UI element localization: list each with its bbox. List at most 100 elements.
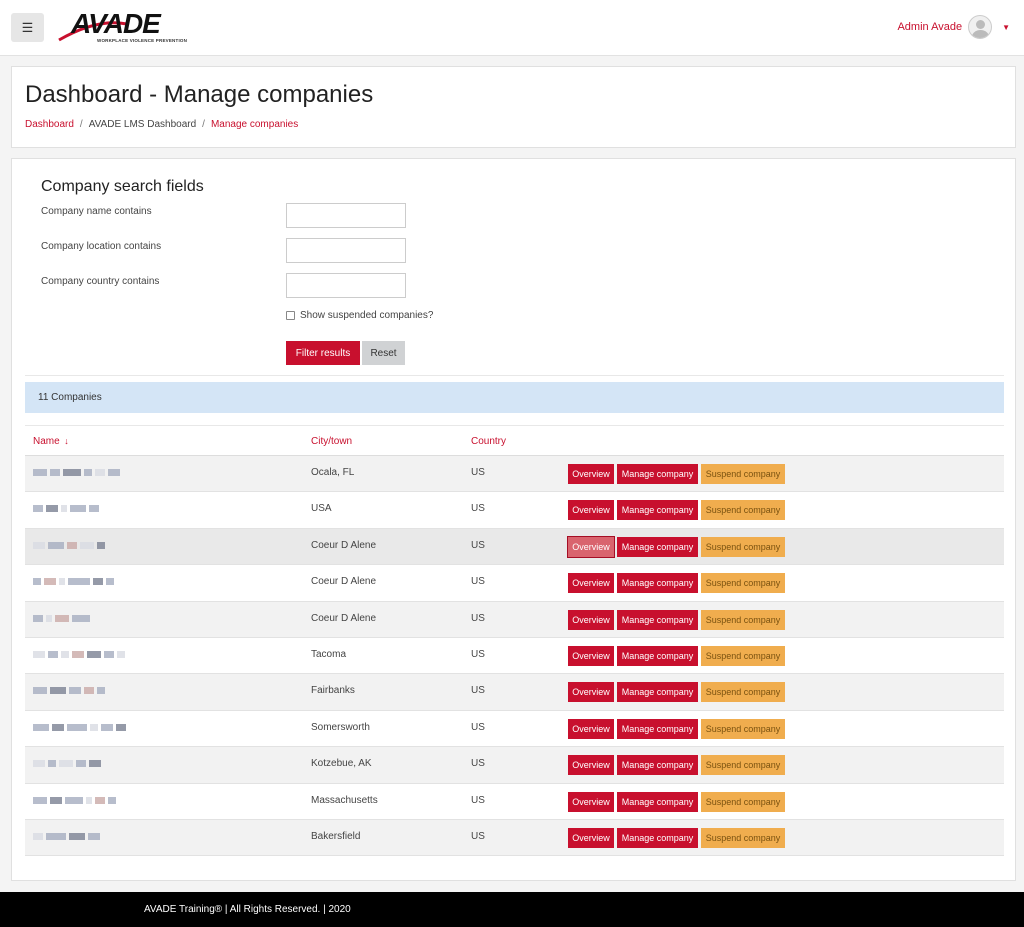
breadcrumb-lms-dashboard: AVADE LMS Dashboard — [88, 119, 197, 130]
breadcrumb-dashboard[interactable]: Dashboard — [25, 119, 74, 130]
manage-company-button[interactable]: Manage company — [617, 536, 698, 557]
row-actions: Overview Manage company Suspend company — [568, 682, 785, 703]
company-name-redacted[interactable] — [33, 469, 163, 477]
suspend-company-button[interactable]: Suspend company — [701, 718, 785, 739]
overview-button[interactable]: Overview — [568, 755, 614, 776]
company-location-label: Company location contains — [41, 241, 162, 252]
company-location-input[interactable] — [286, 238, 406, 263]
redacted-block — [89, 505, 99, 513]
company-name-redacted[interactable] — [33, 796, 163, 805]
redacted-block — [46, 614, 52, 622]
company-name-redacted[interactable] — [33, 505, 163, 513]
overview-button[interactable]: Overview — [567, 535, 615, 558]
company-city: Massachusetts — [311, 794, 378, 806]
company-city: Bakersfield — [311, 830, 361, 842]
redacted-block — [33, 687, 47, 695]
company-name-redacted[interactable] — [33, 614, 163, 623]
redacted-block — [90, 723, 98, 731]
suspend-company-button[interactable]: Suspend company — [701, 500, 785, 521]
suspend-company-button[interactable]: Suspend company — [701, 755, 785, 776]
filter-results-button[interactable]: Filter results — [286, 341, 360, 365]
redacted-block — [33, 541, 45, 549]
footer: AVADE Training® | All Rights Reserved. |… — [0, 892, 1024, 927]
suspend-company-button[interactable]: Suspend company — [701, 573, 785, 594]
manage-company-button[interactable]: Manage company — [617, 791, 698, 812]
redacted-block — [59, 578, 65, 586]
redacted-block — [97, 541, 105, 549]
avade-logo[interactable]: AVADE WORKPLACE VIOLENCE PREVENTION — [57, 8, 192, 46]
column-name-label: Name — [33, 436, 60, 447]
redacted-block — [95, 469, 105, 476]
suspend-company-button[interactable]: Suspend company — [701, 827, 785, 848]
company-country: US — [471, 576, 485, 588]
suspend-company-button[interactable]: Suspend company — [701, 536, 785, 557]
breadcrumb-manage-companies[interactable]: Manage companies — [211, 119, 298, 130]
manage-company-button[interactable]: Manage company — [617, 500, 698, 521]
suspend-company-button[interactable]: Suspend company — [701, 791, 785, 812]
redacted-block — [95, 796, 105, 804]
overview-button[interactable]: Overview — [568, 791, 614, 812]
redacted-block — [69, 687, 81, 695]
company-country-input[interactable] — [286, 273, 406, 298]
suspend-company-button[interactable]: Suspend company — [701, 682, 785, 703]
column-header-name[interactable]: Name ↓ — [33, 436, 69, 447]
table-row: Coeur D Alene US Overview Manage company Sus… — [25, 565, 1004, 602]
manage-company-button[interactable]: Manage company — [617, 464, 698, 484]
overview-button[interactable]: Overview — [568, 464, 614, 484]
overview-button[interactable]: Overview — [568, 609, 614, 630]
company-country: US — [471, 830, 485, 842]
table-body: Ocala, FL US Overview Manage company Suspend… — [25, 456, 1004, 857]
redacted-block — [48, 760, 56, 768]
company-name-redacted[interactable] — [33, 650, 163, 659]
table-row: Coeur D Alene US Overview Manage company Sus… — [25, 601, 1004, 638]
redacted-block — [106, 578, 114, 586]
suspend-company-button[interactable]: Suspend company — [701, 609, 785, 630]
column-header-country[interactable]: Country — [471, 436, 506, 447]
user-name[interactable]: Admin Avade — [897, 21, 962, 33]
company-country: US — [471, 612, 485, 624]
company-name-redacted[interactable] — [33, 723, 163, 732]
company-name-redacted[interactable] — [33, 687, 163, 695]
row-actions: Overview Manage company Suspend company — [568, 500, 785, 521]
overview-button[interactable]: Overview — [568, 573, 614, 594]
company-name-redacted[interactable] — [33, 578, 163, 586]
company-country: US — [471, 794, 485, 806]
manage-company-button[interactable]: Manage company — [617, 682, 698, 703]
manage-company-button[interactable]: Manage company — [617, 827, 698, 848]
company-country: US — [471, 685, 485, 697]
company-name-redacted[interactable] — [33, 541, 163, 550]
column-header-city[interactable]: City/town — [311, 436, 352, 447]
user-menu[interactable]: Admin Avade ▼ — [897, 15, 1010, 39]
manage-company-button[interactable]: Manage company — [617, 755, 698, 776]
suspend-company-button[interactable]: Suspend company — [701, 464, 785, 484]
company-country: US — [471, 721, 485, 733]
redacted-block — [84, 687, 94, 695]
reset-button[interactable]: Reset — [362, 341, 405, 365]
footer-text: AVADE Training® | All Rights Reserved. |… — [144, 904, 351, 915]
company-name-redacted[interactable] — [33, 832, 163, 841]
suspend-company-button[interactable]: Suspend company — [701, 645, 785, 666]
show-suspended-checkbox[interactable] — [286, 311, 295, 320]
manage-company-button[interactable]: Manage company — [617, 718, 698, 739]
manage-company-button[interactable]: Manage company — [617, 645, 698, 666]
redacted-block — [93, 578, 103, 586]
manage-company-button[interactable]: Manage company — [617, 609, 698, 630]
caret-down-icon[interactable]: ▼ — [1002, 23, 1010, 32]
overview-button[interactable]: Overview — [568, 827, 614, 848]
table-row: Fairbanks US Overview Manage company Suspend… — [25, 674, 1004, 711]
company-name-input[interactable] — [286, 203, 406, 228]
companies-table: Name ↓ City/town Country Ocala, FL US Over… — [25, 425, 1004, 857]
breadcrumb-separator: / — [79, 119, 83, 130]
overview-button[interactable]: Overview — [568, 718, 614, 739]
overview-button[interactable]: Overview — [568, 500, 614, 521]
overview-button[interactable]: Overview — [568, 645, 614, 666]
table-row: Bakersfield US Overview Manage company Suspe… — [25, 819, 1004, 857]
row-actions: Overview Manage company Suspend company — [568, 609, 785, 630]
show-suspended-label[interactable]: Show suspended companies? — [300, 310, 433, 321]
manage-company-button[interactable]: Manage company — [617, 573, 698, 594]
company-name-redacted[interactable] — [33, 760, 163, 768]
avatar[interactable] — [968, 15, 993, 39]
redacted-block — [61, 505, 67, 513]
menu-toggle-button[interactable]: ☰ — [11, 13, 44, 42]
overview-button[interactable]: Overview — [568, 682, 614, 703]
